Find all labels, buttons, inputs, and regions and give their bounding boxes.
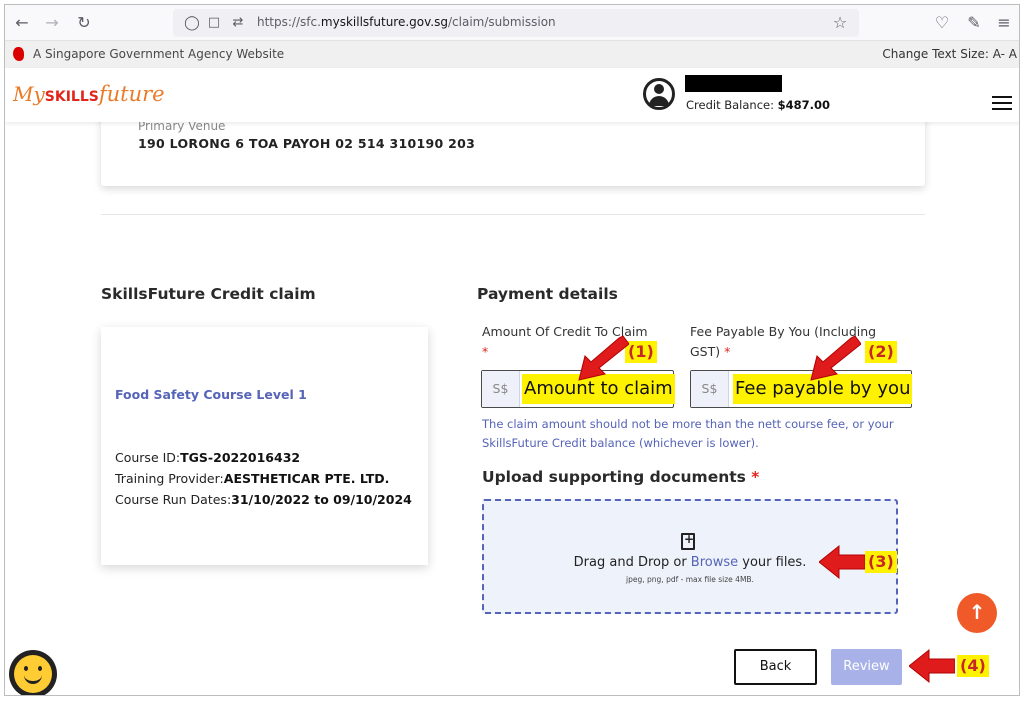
gov-banner: A Singapore Government Agency Website Ch…	[5, 41, 1019, 68]
browser-toolbar: ← → ↻ ◯ □ ⇄ https://sfc.myskillsfuture.g…	[5, 5, 1019, 41]
payment-section-title: Payment details	[477, 285, 618, 303]
upload-title: Upload supporting documents *	[482, 468, 760, 486]
smiley-face-icon	[14, 655, 52, 693]
venue-address: 190 LORONG 6 TOA PAYOH 02 514 310190 203	[138, 136, 476, 151]
reload-icon[interactable]: ↻	[73, 12, 95, 34]
menu-icon[interactable]: ≡	[993, 12, 1015, 34]
site-header: MySKILLSfuture Credit Balance: $487.00	[5, 68, 1019, 122]
text-size-control[interactable]: Change Text Size: A- A	[882, 47, 1017, 61]
extensions-icon[interactable]: ✎	[963, 12, 985, 34]
shield-icon[interactable]: ◯	[181, 12, 203, 34]
permissions-icon[interactable]: ⇄	[227, 12, 249, 34]
forward-icon[interactable]: →	[41, 12, 63, 34]
back-icon[interactable]: ←	[11, 12, 33, 34]
annotation-4: (4)	[957, 655, 989, 677]
red-arrow-1-icon	[578, 335, 629, 381]
back-to-top-button[interactable]: ↑	[957, 593, 997, 633]
lock-icon[interactable]: □	[203, 12, 225, 34]
currency-prefix: S$	[482, 371, 520, 407]
redacted-user-name	[685, 75, 782, 92]
review-button[interactable]: Review	[831, 649, 902, 685]
course-card: Food Safety Course Level 1 Course ID:TGS…	[101, 327, 428, 565]
browse-link[interactable]: Browse	[691, 555, 738, 570]
pocket-icon[interactable]: ♡	[931, 12, 953, 34]
fee-payable-input[interactable]: S$ Fee payable by you	[690, 370, 913, 408]
user-avatar-icon[interactable]	[643, 78, 675, 110]
url-text: https://sfc.myskillsfuture.gov.sg/claim/…	[257, 15, 556, 29]
red-arrow-3-icon	[819, 544, 865, 580]
course-run-dates: Course Run Dates:31/10/2022 to 09/10/202…	[115, 492, 412, 507]
red-arrow-4-icon	[909, 648, 955, 684]
hamburger-menu-icon[interactable]	[992, 96, 1012, 110]
annotation-3: (3)	[865, 551, 897, 573]
gov-banner-text: A Singapore Government Agency Website	[33, 47, 285, 61]
arrow-up-icon: ↑	[968, 600, 986, 624]
claim-hint: The claim amount should not be more than…	[482, 417, 894, 450]
course-name[interactable]: Food Safety Course Level 1	[115, 387, 307, 402]
course-id: Course ID:TGS-2022016432	[115, 450, 301, 465]
address-bar[interactable]: ◯ □ ⇄ https://sfc.myskillsfuture.gov.sg/…	[173, 9, 859, 37]
credit-balance: Credit Balance: $487.00	[686, 98, 831, 112]
bookmark-star-icon[interactable]: ☆	[829, 12, 851, 34]
browser-window: ← → ↻ ◯ □ ⇄ https://sfc.myskillsfuture.g…	[4, 4, 1020, 696]
red-arrow-2-icon	[810, 335, 861, 381]
annotation-2: (2)	[865, 341, 897, 363]
training-provider: Training Provider:AESTHETICAR PTE. LTD.	[115, 471, 390, 486]
file-add-icon	[681, 532, 695, 550]
feedback-smiley-button[interactable]	[9, 650, 57, 695]
claim-section-title: SkillsFuture Credit claim	[101, 285, 316, 303]
annotation-1: (1)	[625, 341, 657, 363]
currency-prefix: S$	[691, 371, 729, 407]
back-button[interactable]: Back	[734, 649, 817, 685]
section-divider	[101, 214, 925, 215]
myskillsfuture-logo[interactable]: MySKILLSfuture	[13, 82, 165, 106]
lion-head-icon	[13, 47, 24, 61]
main-content: Primary Venue 190 LORONG 6 TOA PAYOH 02 …	[5, 92, 1019, 695]
